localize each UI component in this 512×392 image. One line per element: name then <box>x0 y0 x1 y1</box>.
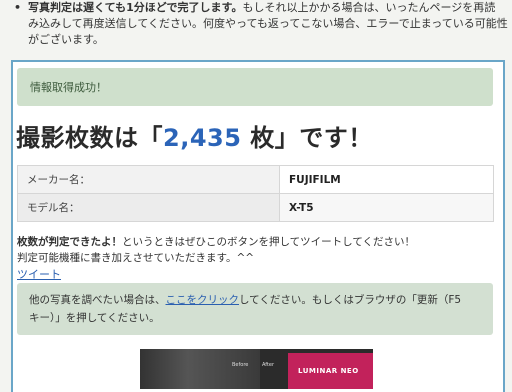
tweet-prompt: 枚数が判定できたよ！というときはぜひこのボタンを押してツイートしてください！ 判… <box>17 234 415 266</box>
info-alert-rest: してください。もしくはブラウザの「更新（F5 <box>239 294 462 306</box>
bullet: • <box>14 1 22 14</box>
banner-after-label: After <box>262 362 275 368</box>
shot-count-headline: 撮影枚数は「2,435 枚」です！ <box>16 118 373 153</box>
notice-line-1: 写真判定は遅くても1分ほどで完了します。もしそれ以上かかる場合は、いったんページ… <box>28 0 495 16</box>
notice-line-1-rest: もしそれ以上かかる場合は、いったんページを再読 <box>242 1 496 14</box>
notice-line-3: がございます。 <box>28 33 104 46</box>
camera-info-table: メーカー名： FUJIFILM モデル名： X-T5 <box>17 165 494 222</box>
headline-prefix: 撮影枚数は「 <box>16 124 163 152</box>
success-message: 情報取得成功！ <box>30 81 107 94</box>
banner-before-label: Before <box>232 362 249 368</box>
shot-count: 2,435 <box>163 124 242 152</box>
notice-line-2: み込みして再度送信してください。何度やっても返ってこない場合、エラーで止まってい… <box>28 17 508 30</box>
notice-bold: 写真判定は遅くても1分ほどで完了します。 <box>28 1 243 14</box>
tweet-prompt-line-2: 判定可能機種に書き加えさせていただきます。^^ <box>17 252 255 264</box>
tweet-prompt-rest: というときはぜひこのボタンを押してツイートしてください！ <box>122 236 416 248</box>
tweet-link[interactable]: ツイート <box>17 266 61 282</box>
table-row: モデル名： X-T5 <box>17 193 494 222</box>
success-alert: 情報取得成功！ <box>17 68 493 106</box>
result-card <box>11 60 505 392</box>
table-row: メーカー名： FUJIFILM <box>17 165 494 194</box>
ad-banner[interactable]: Before After LUMINAR NEO <box>140 349 373 389</box>
model-label: モデル名： <box>17 193 280 222</box>
info-alert-prefix: 他の写真を調べたい場合は、 <box>29 294 166 306</box>
click-here-link[interactable]: ここをクリック <box>166 294 240 306</box>
maker-value: FUJIFILM <box>279 165 494 194</box>
tweet-prompt-line-1: 枚数が判定できたよ！というときはぜひこのボタンを押してツイートしてください！ <box>17 234 415 250</box>
banner-brand: LUMINAR NEO <box>298 367 359 375</box>
tweet-prompt-bold: 枚数が判定できたよ！ <box>17 236 122 248</box>
info-alert: 他の写真を調べたい場合は、ここをクリックしてください。もしくはブラウザの「更新（… <box>17 283 493 335</box>
banner-photo <box>140 349 260 389</box>
maker-label: メーカー名： <box>17 165 280 194</box>
info-alert-line-1: 他の写真を調べたい場合は、ここをクリックしてください。もしくはブラウザの「更新（… <box>29 291 461 309</box>
model-value: X-T5 <box>279 193 494 222</box>
headline-suffix: 」です！ <box>274 124 373 152</box>
headline-unit: 枚 <box>241 124 275 152</box>
info-alert-line-2: キー）」を押してください。 <box>29 312 160 324</box>
